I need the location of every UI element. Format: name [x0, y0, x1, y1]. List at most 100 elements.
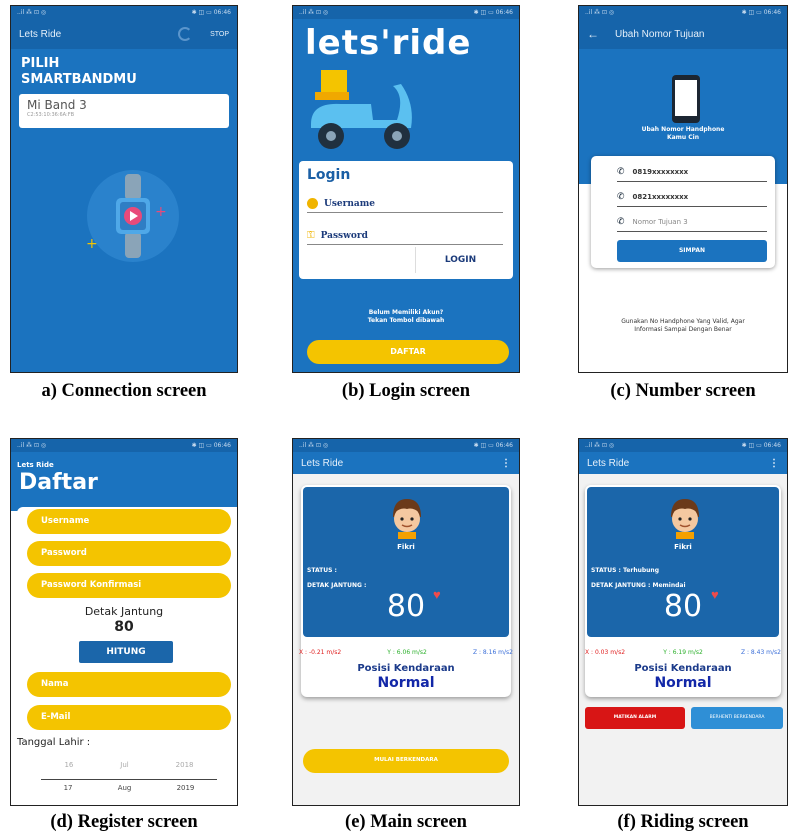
number-field-2[interactable]: ✆ 0821xxxxxxxx	[617, 187, 767, 207]
status-right: ✱ ◫ ▭ 06:46	[191, 442, 231, 449]
accel-y: Y : 6.06 m/s2	[387, 649, 427, 656]
register-title: Daftar	[19, 470, 98, 495]
save-button[interactable]: SIMPAN	[617, 240, 767, 262]
register-small-title: Lets Ride	[17, 461, 54, 469]
accelerometer-readout: X : -0.21 m/s2 Y : 6.06 m/s2 Z : 8.16 m/…	[299, 649, 513, 656]
key-icon: ⚿	[307, 230, 315, 241]
app-logo: lets'ride	[305, 23, 472, 63]
number-placeholder-3: Nomor Tujuan 3	[632, 217, 688, 226]
status-bar: ..il ⁂ ⊡ ◎ ✱ ◫ ▭ 06:46	[293, 6, 519, 19]
accelerometer-readout: X : 0.03 m/s2 Y : 6.19 m/s2 Z : 8.43 m/s…	[585, 649, 781, 656]
password-label: Password	[320, 230, 368, 241]
date-day-prev: 16	[64, 761, 74, 769]
start-riding-button[interactable]: MULAI BERKENDARA	[303, 749, 509, 773]
stop-riding-button[interactable]: BERHENTI BERKENDARA	[691, 707, 783, 729]
user-name: Fikri	[397, 543, 415, 551]
device-mac: C2:53:10:36:6A:FB	[27, 112, 75, 118]
app-title: Lets Ride	[19, 28, 62, 40]
status-right: ✱ ◫ ▭ 06:46	[473, 9, 513, 16]
vehicle-position-value: Normal	[654, 675, 712, 691]
date-row-prev: 16 Jul 2018	[41, 761, 217, 769]
status-right: ✱ ◫ ▭ 06:46	[191, 9, 231, 16]
no-account-line1: Belum Memiliki Akun?	[368, 309, 444, 316]
number-screen: ..il ⁂ ⊡ ◎ ✱ ◫ ▭ 06:46 ← Ubah Nomor Tujua…	[578, 5, 788, 373]
date-divider	[41, 779, 217, 780]
accel-y: Y : 6.19 m/s2	[663, 649, 703, 656]
stop-button[interactable]: STOP	[210, 31, 229, 38]
status-label: STATUS :	[307, 567, 337, 574]
login-phone: ..il ⁂ ⊡ ◎ ✱ ◫ ▭ 06:46 lets'ride Login Us…	[293, 6, 519, 372]
date-picker[interactable]: 16 Jul 2018 17 Aug 2019	[41, 761, 217, 805]
heading-line2: Kamu Cin	[666, 134, 700, 141]
caption-d: (d) Register screen	[50, 812, 198, 832]
caption-a: a) Connection screen	[41, 381, 207, 401]
note-line2: Informasi Sampai Dengan Benar	[634, 326, 732, 333]
connection-screen: ..il ⁂ ⊡ ◎ ✱ ◫ ▭ 06:46 Lets Ride STOP PIL…	[10, 5, 238, 373]
stop-alarm-button[interactable]: MATIKAN ALARM	[585, 707, 685, 729]
heart-rate-label: Detak Jantung	[84, 605, 164, 618]
status-bar: ..il ⁂ ⊡ ◎ ✱ ◫ ▭ 06:46	[579, 6, 787, 19]
date-month-prev: Jul	[120, 761, 129, 769]
overflow-menu-icon[interactable]: ⋮	[769, 458, 779, 469]
status-left: ..il ⁂ ⊡ ◎	[299, 442, 329, 449]
app-bar: Lets Ride ⋮	[293, 452, 519, 474]
username-field[interactable]: Username	[307, 195, 503, 213]
date-year-prev: 2018	[175, 761, 194, 769]
vehicle-position-label: Posisi Kendaraan	[357, 663, 455, 674]
status-left: ..il ⁂ ⊡ ◎	[585, 9, 615, 16]
heading-line1: PILIH	[21, 56, 60, 71]
main-screen: ..il ⁂ ⊡ ◎ ✱ ◫ ▭ 06:46 Lets Ride ⋮ Fikri …	[292, 438, 520, 806]
login-card: Login Username ⚿ Password LOGIN	[299, 161, 513, 279]
overflow-menu-icon[interactable]: ⋮	[501, 458, 511, 469]
app-title: Ubah Nomor Tujuan	[615, 28, 705, 40]
heart-icon: ♥	[711, 587, 719, 602]
status-right: ✱ ◫ ▭ 06:46	[741, 442, 781, 449]
email-input[interactable]: E-Mail	[27, 705, 231, 730]
register-button[interactable]: DAFTAR	[307, 340, 509, 364]
caption-e: (e) Main screen	[345, 812, 467, 832]
heart-rate-value: 80	[663, 589, 703, 624]
password-confirm-input[interactable]: Password Konfirmasi	[27, 573, 231, 598]
username-input[interactable]: Username	[27, 509, 231, 534]
scooter-illustration-icon	[311, 70, 412, 149]
phone-icon: ✆	[617, 166, 625, 177]
svg-text:+: +	[86, 236, 98, 252]
user-icon	[307, 198, 318, 209]
accel-z: Z : 8.43 m/s2	[740, 649, 781, 656]
device-name: Mi Band 3	[27, 98, 87, 112]
no-account-text: Belum Memiliki Akun? Tekan Tombol dibawa…	[293, 309, 519, 325]
device-list-item[interactable]: Mi Band 3 C2:53:10:36:6A:FB	[19, 94, 229, 128]
caption-b: (b) Login screen	[341, 381, 471, 401]
back-arrow-icon[interactable]: ←	[587, 27, 599, 41]
heart-rate-label: DETAK JANTUNG :	[307, 582, 367, 589]
count-button[interactable]: HITUNG	[79, 641, 173, 663]
heart-rate-value: 80	[386, 589, 426, 624]
vehicle-position-value: Normal	[377, 675, 435, 691]
password-input[interactable]: Password	[27, 541, 231, 566]
caption-c: (c) Number screen	[610, 381, 756, 401]
riding-phone: ..il ⁂ ⊡ ◎ ✱ ◫ ▭ 06:46 Lets Ride ⋮ Fikri …	[579, 439, 787, 805]
accel-x: X : 0.03 m/s2	[585, 649, 626, 656]
number-field-3[interactable]: ✆ Nomor Tujuan 3	[617, 212, 767, 232]
connection-phone: ..il ⁂ ⊡ ◎ ✱ ◫ ▭ 06:46 Lets Ride STOP PIL…	[11, 6, 237, 372]
status-right: ✱ ◫ ▭ 06:46	[741, 9, 781, 16]
login-screen: ..il ⁂ ⊡ ◎ ✱ ◫ ▭ 06:46 lets'ride Login Us…	[292, 5, 520, 373]
login-button[interactable]: LOGIN	[415, 247, 505, 273]
password-field[interactable]: ⚿ Password	[307, 227, 503, 245]
status-left: ..il ⁂ ⊡ ◎	[17, 9, 47, 16]
date-month: Aug	[117, 784, 132, 792]
status-left: ..il ⁂ ⊡ ◎	[585, 442, 615, 449]
app-title: Lets Ride	[587, 457, 630, 469]
status-bar: ..il ⁂ ⊡ ◎ ✱ ◫ ▭ 06:46	[293, 439, 519, 452]
heading-line1: Ubah Nomor Handphone	[641, 126, 725, 133]
username-label: Username	[324, 198, 376, 209]
login-title: Login	[307, 167, 351, 183]
number-field-1[interactable]: ✆ 0819xxxxxxxx	[617, 162, 767, 182]
number-value-2: 0821xxxxxxxx	[632, 192, 689, 201]
caption-f: (f) Riding screen	[617, 812, 749, 832]
number-phone: ..il ⁂ ⊡ ◎ ✱ ◫ ▭ 06:46 ← Ubah Nomor Tujua…	[579, 6, 787, 372]
status-bar: ..il ⁂ ⊡ ◎ ✱ ◫ ▭ 06:46	[11, 6, 237, 19]
status-label: STATUS : Terhubung	[591, 567, 659, 574]
status-bar: ..il ⁂ ⊡ ◎ ✱ ◫ ▭ 06:46	[11, 439, 237, 452]
name-input[interactable]: Nama	[27, 672, 231, 697]
